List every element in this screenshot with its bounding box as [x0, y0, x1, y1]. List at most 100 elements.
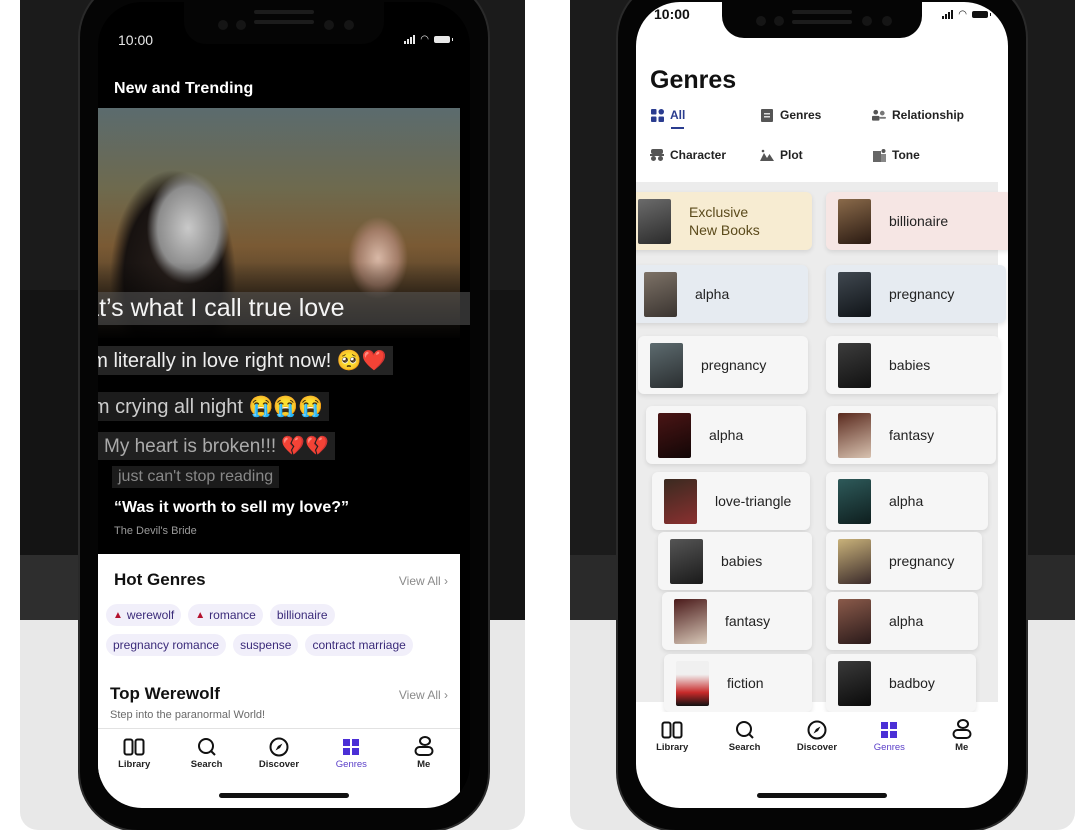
profile-icon	[414, 736, 434, 757]
wifi-icon: ◠	[420, 34, 429, 45]
genre-cover-thumbnail	[838, 342, 871, 388]
comment-bubble: i’m crying all night 😭😭😭	[98, 392, 330, 421]
genre-chip-romance[interactable]: ▲ romance	[188, 604, 263, 626]
genre-cover-thumbnail	[838, 660, 871, 706]
filter-genres[interactable]: Genres	[760, 108, 872, 122]
genre-card-label: billionaire	[889, 212, 949, 229]
filter-plot[interactable]: Plot	[760, 148, 872, 162]
section-header-new-trending: New and Trending	[114, 80, 254, 97]
genre-card-label: alpha	[889, 612, 924, 629]
genre-card-label: pregnancy	[889, 552, 955, 569]
library-icon	[661, 720, 683, 740]
book-title[interactable]: The Devil's Bride	[114, 525, 197, 537]
genre-card[interactable]: babies	[658, 532, 812, 590]
genre-card-grid: Exclusive New Books billionaire alpha pregn…	[636, 182, 1008, 712]
genre-card[interactable]: fantasy	[826, 406, 996, 464]
flame-icon: ▲	[113, 609, 123, 621]
left-screen: 10:00 ◠ New and Trending That’s what I c…	[98, 2, 470, 808]
tab-me[interactable]: Me	[932, 712, 992, 764]
right-phone: 10:00 ◠ Genres All Genres Relationship C…	[618, 0, 1026, 830]
genre-card[interactable]: babies	[826, 336, 1000, 394]
front-camera	[344, 20, 354, 30]
genre-cover-thumbnail	[838, 412, 871, 458]
genre-card-label: alpha	[695, 285, 730, 302]
genre-cover-thumbnail	[838, 598, 871, 644]
top-werewolf-title: Top Werewolf	[110, 684, 220, 703]
genre-card[interactable]: alpha	[636, 265, 808, 323]
hot-genres-view-all[interactable]: View All ›	[399, 574, 448, 588]
genre-card-label: pregnancy	[889, 285, 955, 302]
genre-card[interactable]: fiction	[664, 654, 812, 712]
library-icon	[123, 737, 145, 757]
battery-icon	[434, 36, 453, 43]
genre-chip-suspense[interactable]: suspense	[233, 634, 299, 656]
tab-genres[interactable]: Genres	[321, 729, 381, 780]
genre-cover-thumbnail	[670, 538, 703, 584]
page-title: Genres	[650, 66, 737, 94]
genre-card[interactable]: badboy	[826, 654, 976, 712]
genre-card[interactable]: Exclusive New Books	[636, 192, 812, 250]
genre-card[interactable]: alpha	[646, 406, 806, 464]
genre-card[interactable]: love-triangle	[652, 472, 810, 530]
genre-cover-thumbnail	[638, 198, 671, 244]
genre-cover-thumbnail	[838, 538, 871, 584]
genre-card-label: fantasy	[725, 612, 771, 629]
genre-card[interactable]: fantasy	[662, 592, 812, 650]
mountain-icon	[760, 149, 774, 161]
compass-icon	[269, 737, 289, 757]
tab-search[interactable]: Search	[715, 712, 775, 764]
people-icon	[872, 109, 886, 121]
genre-chip-billionaire[interactable]: billionaire	[269, 604, 335, 626]
top-werewolf-view-all[interactable]: View All ›	[399, 688, 448, 702]
sensor	[218, 20, 228, 30]
genre-card[interactable]: pregnancy	[826, 265, 1006, 323]
battery-icon	[972, 11, 991, 18]
genre-card-label: alpha	[889, 492, 924, 509]
genre-chip-contract-marriage[interactable]: contract marriage	[305, 634, 413, 656]
filter-relationship[interactable]: Relationship	[872, 108, 1000, 122]
profile-icon	[952, 719, 972, 740]
note-icon	[872, 148, 886, 162]
mask-icon	[650, 149, 664, 161]
top-werewolf-subtitle: Step into the paranormal World!	[110, 709, 266, 721]
tab-genres[interactable]: Genres	[859, 712, 919, 764]
genre-card-label: badboy	[889, 674, 935, 691]
home-indicator[interactable]	[219, 793, 349, 798]
genre-cover-thumbnail	[650, 342, 683, 388]
home-indicator[interactable]	[757, 793, 887, 798]
genre-card-label: fiction	[727, 674, 764, 691]
genre-card-label: alpha	[709, 426, 744, 443]
genre-cover-thumbnail	[658, 412, 691, 458]
genre-chip-pregnancy-romance[interactable]: pregnancy romance	[106, 634, 227, 656]
genre-chip-werewolf[interactable]: ▲ werewolf	[106, 604, 182, 626]
tab-library[interactable]: Library	[104, 729, 164, 780]
genre-card[interactable]: pregnancy	[638, 336, 808, 394]
filter-all[interactable]: All	[650, 108, 760, 129]
genre-cover-thumbnail	[838, 478, 871, 524]
content-panel: Hot Genres View All › ▲ werewolf ▲ romance…	[98, 554, 460, 808]
genre-card-label: babies	[721, 552, 763, 569]
genre-card-label: Exclusive New Books	[689, 203, 760, 238]
genres-grid-icon	[880, 720, 898, 740]
genre-cover-thumbnail	[664, 478, 697, 524]
genre-card-label: love-triangle	[715, 492, 792, 509]
genre-cover-thumbnail	[644, 271, 677, 317]
tab-discover[interactable]: Discover	[249, 729, 309, 780]
genre-card[interactable]: alpha	[826, 472, 988, 530]
filter-character[interactable]: Character	[650, 148, 760, 162]
tab-search[interactable]: Search	[177, 729, 237, 780]
tab-library[interactable]: Library	[642, 712, 702, 764]
genre-card[interactable]: alpha	[826, 592, 978, 650]
genre-cover-thumbnail	[838, 198, 871, 244]
genre-card[interactable]: pregnancy	[826, 532, 982, 590]
filter-tone[interactable]: Tone	[872, 148, 1000, 162]
comment-bubble: I am literally in love right now! 🥺❤️	[98, 346, 393, 375]
tab-discover[interactable]: Discover	[787, 712, 847, 764]
speaker	[254, 20, 314, 24]
bottom-tab-bar: Library Search Discover Genres Me	[98, 728, 460, 780]
sensor	[236, 20, 246, 30]
right-screen: 10:00 ◠ Genres All Genres Relationship C…	[636, 2, 1008, 808]
compass-icon	[807, 720, 827, 740]
genre-card[interactable]: billionaire	[826, 192, 1008, 250]
tab-me[interactable]: Me	[394, 729, 454, 780]
